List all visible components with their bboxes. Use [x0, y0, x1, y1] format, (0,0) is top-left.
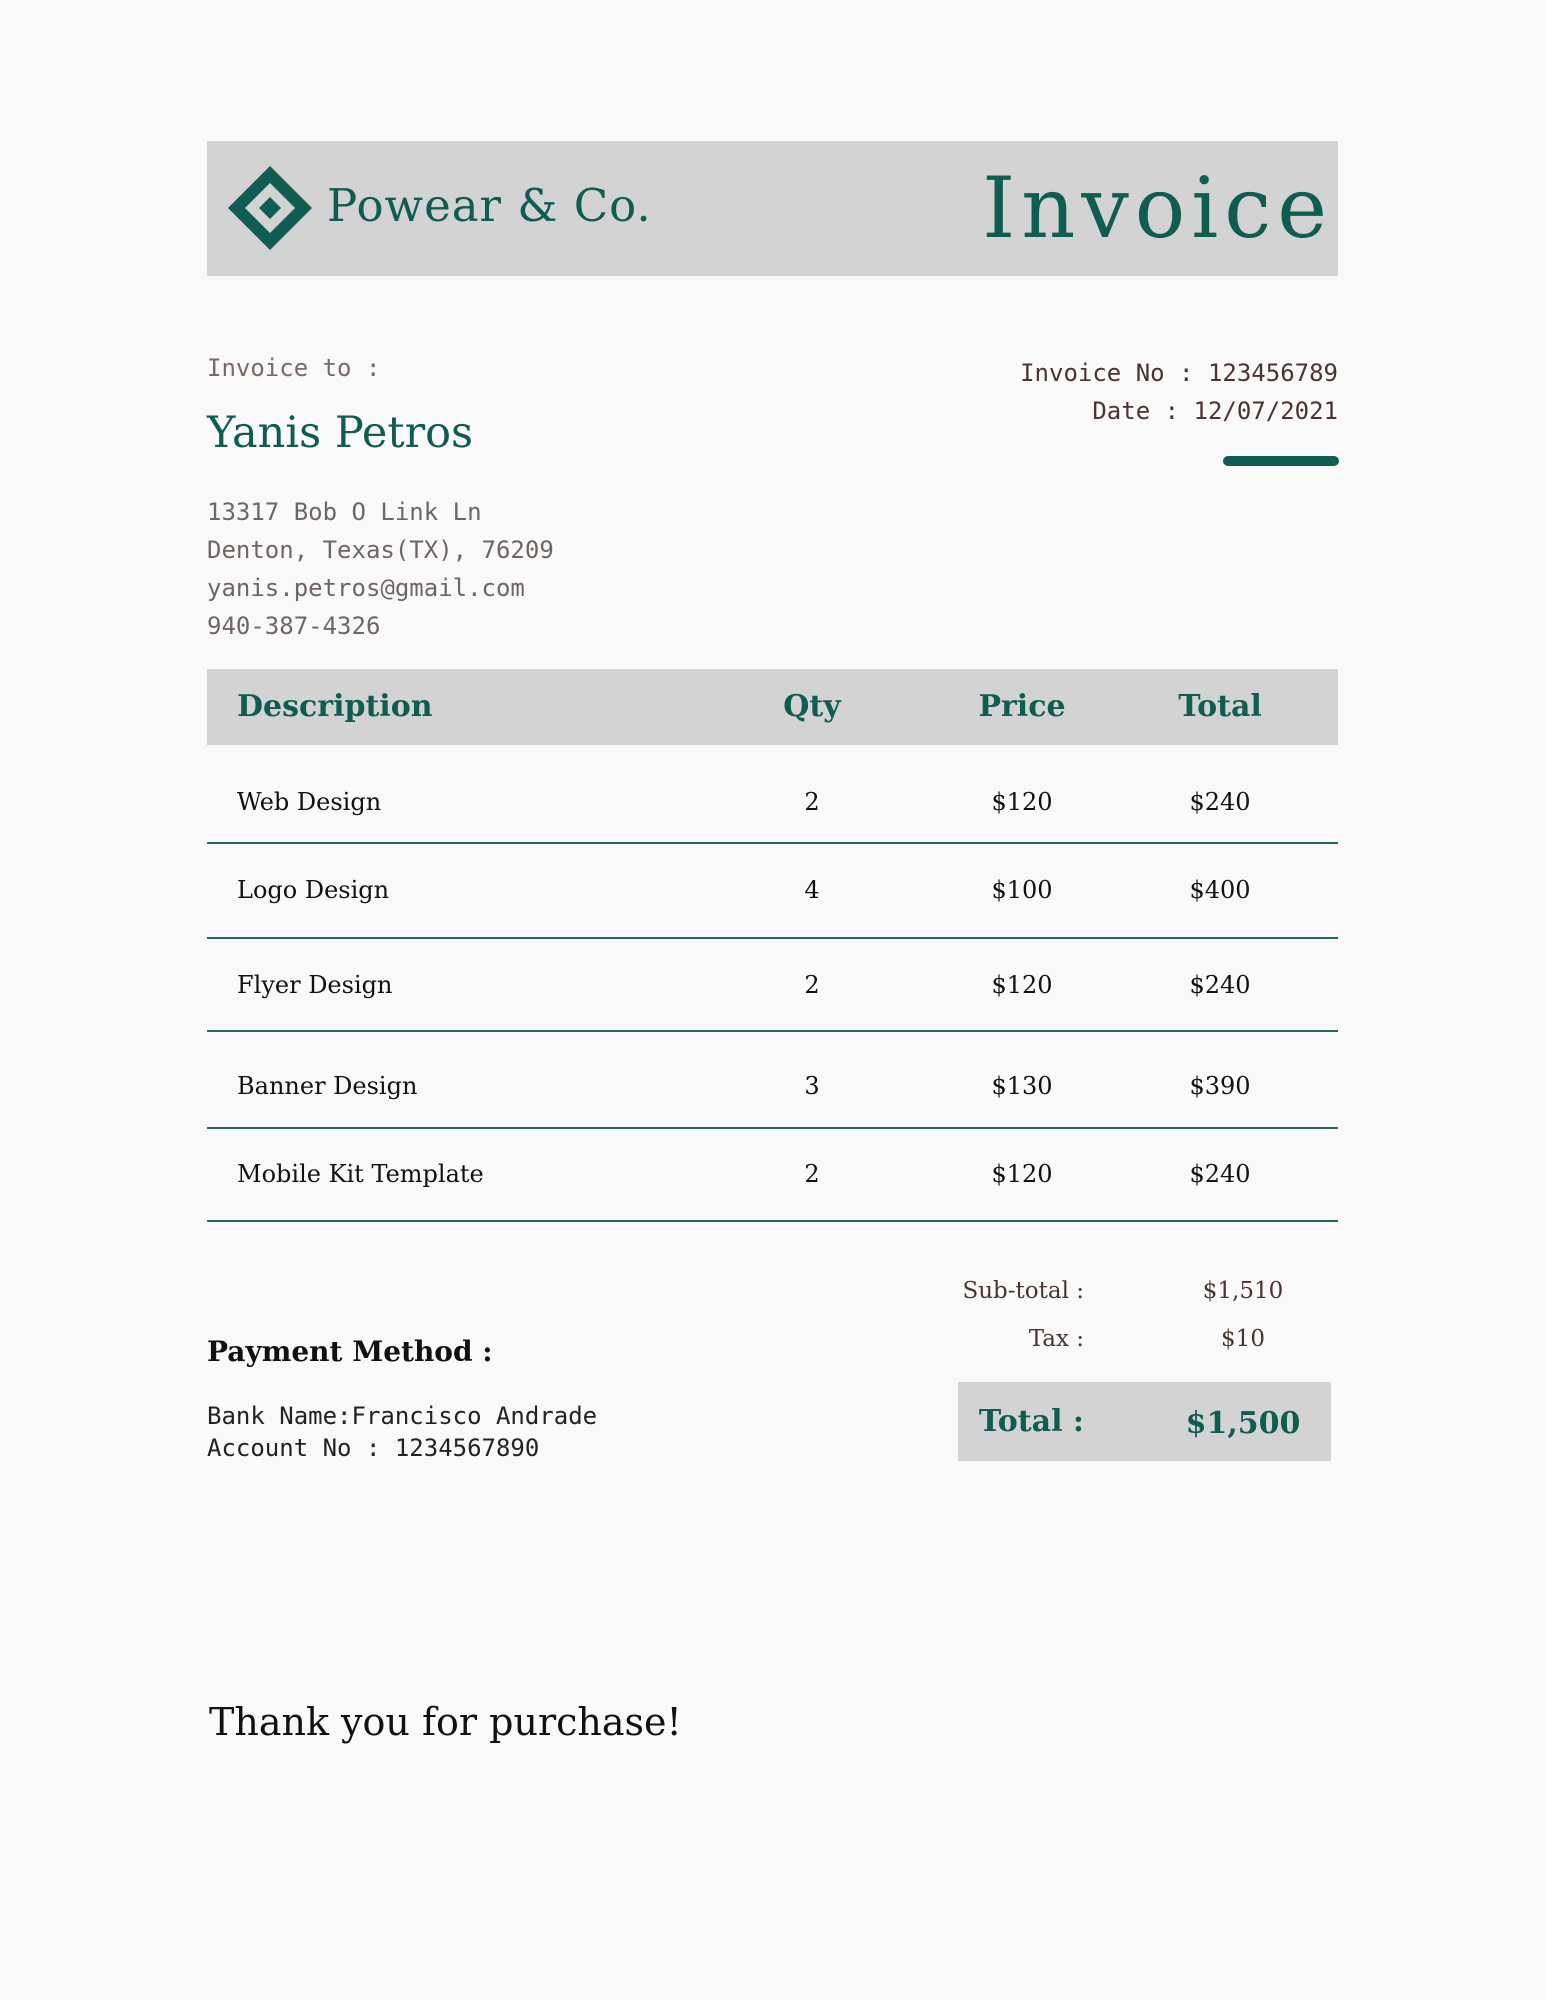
row-divider [207, 842, 1338, 844]
client-address: 13317 Bob O Link Ln Denton, Texas(TX), 7… [207, 493, 554, 645]
column-header-description: Description [237, 689, 433, 724]
bank-name: Bank Name:Francisco Andrade [207, 1402, 598, 1430]
row-qty: 3 [804, 1072, 820, 1100]
row-qty: 2 [804, 788, 820, 816]
row-divider [207, 1220, 1338, 1222]
row-total: $240 [1189, 971, 1251, 999]
client-name: Yanis Petros [207, 408, 474, 458]
subtotal-label: Sub-total : [962, 1278, 1084, 1304]
row-qty: 4 [804, 876, 820, 904]
total-value: $1,500 [1185, 1406, 1301, 1441]
client-phone: 940-387-4326 [207, 612, 381, 640]
row-description: Banner Design [237, 1072, 418, 1100]
row-description: Mobile Kit Template [237, 1160, 484, 1188]
row-total: $400 [1189, 876, 1251, 904]
column-header-qty: Qty [783, 689, 841, 724]
tax-label: Tax : [1028, 1326, 1084, 1352]
row-qty: 2 [804, 1160, 820, 1188]
invoice-number: Invoice No : 123456789 [1020, 359, 1338, 387]
payment-method-title: Payment Method : [207, 1335, 493, 1368]
invoice-date: Date : 12/07/2021 [1092, 397, 1338, 425]
row-price: $130 [991, 1072, 1053, 1100]
row-price: $120 [991, 1160, 1053, 1188]
address-city: Denton, Texas(TX), 76209 [207, 536, 554, 564]
row-qty: 2 [804, 971, 820, 999]
client-email: yanis.petros@gmail.com [207, 574, 525, 602]
tax-value: $10 [1221, 1326, 1265, 1352]
subtotal-value: $1,510 [1202, 1278, 1284, 1304]
row-description: Logo Design [237, 876, 390, 904]
row-divider [207, 1030, 1338, 1032]
total-label: Total : [978, 1404, 1084, 1439]
table-header: Description Qty Price Total [207, 669, 1338, 745]
account-number: Account No : 1234567890 [207, 1434, 540, 1462]
invoice-meta: Invoice No : 123456789 Date : 12/07/2021 [1020, 354, 1338, 430]
column-header-price: Price [978, 689, 1066, 724]
accent-bar [1223, 456, 1339, 466]
row-total: $240 [1189, 1160, 1251, 1188]
column-header-total: Total [1178, 689, 1262, 724]
address-street: 13317 Bob O Link Ln [207, 498, 482, 526]
total-box: Total : $1,500 [958, 1382, 1331, 1461]
row-total: $240 [1189, 788, 1251, 816]
diamond-logo-icon [228, 166, 312, 250]
payment-details: Bank Name:Francisco Andrade Account No :… [207, 1400, 597, 1464]
company-name: Powear & Co. [327, 179, 652, 232]
row-price: $100 [991, 876, 1053, 904]
row-divider [207, 1127, 1338, 1129]
row-description: Web Design [237, 788, 382, 816]
invoice-title: Invoice [982, 159, 1333, 257]
row-description: Flyer Design [237, 971, 393, 999]
row-divider [207, 937, 1338, 939]
thank-you-message: Thank you for purchase! [209, 1700, 682, 1744]
row-total: $390 [1189, 1072, 1251, 1100]
invoice-to-label: Invoice to : [207, 354, 381, 382]
row-price: $120 [991, 788, 1053, 816]
row-price: $120 [991, 971, 1053, 999]
